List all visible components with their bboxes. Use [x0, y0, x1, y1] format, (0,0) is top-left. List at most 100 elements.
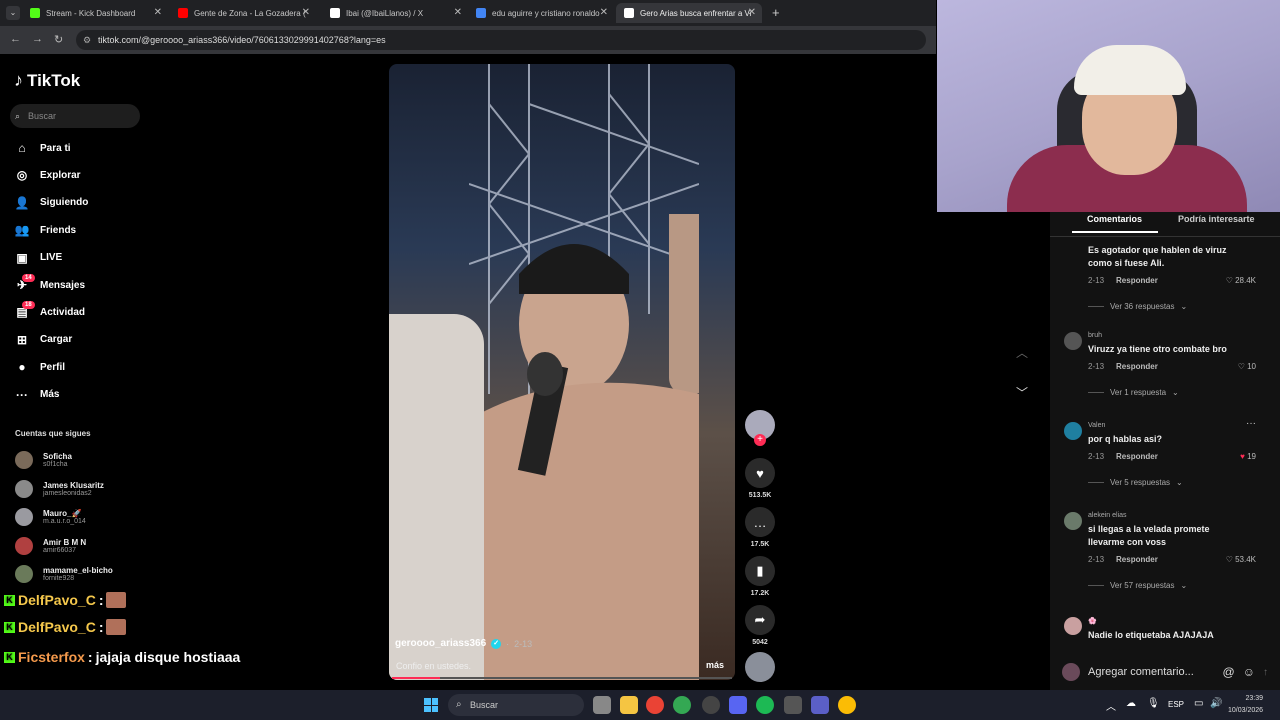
system-clock[interactable]: 23:39 10/03/2026 [1228, 693, 1263, 717]
comment-author[interactable]: 🌸 [1088, 617, 1256, 625]
sidebar-item-cargar[interactable]: ⊞ Cargar [14, 330, 72, 350]
site-info-icon[interactable]: ⚙ [83, 30, 91, 50]
account-name: mamame_el-bicho [43, 566, 113, 575]
sidebar-item-actividad[interactable]: ▤ 18 Actividad [14, 301, 85, 322]
view-replies-button[interactable]: Ver 36 respuestas ⌄ [1088, 302, 1256, 311]
browser-tab[interactable]: edu aguirre y cristiano ronaldo ✕ [468, 3, 614, 23]
heart-icon: ♥ [745, 458, 775, 488]
sidebar-item-mensajes[interactable]: ✈ 14 Mensajes [14, 274, 85, 295]
reply-button[interactable]: Responder [1116, 555, 1158, 564]
url-input[interactable]: ⚙ tiktok.com/@geroooo_ariass366/video/76… [76, 30, 926, 50]
view-replies-button[interactable]: Ver 57 respuestas ⌄ [1088, 581, 1256, 590]
obs-icon[interactable] [702, 696, 720, 714]
following-account[interactable]: James Klusaritz jamesleonidas2 [15, 478, 104, 500]
send-icon[interactable]: ↑ [1263, 667, 1268, 678]
tiktok-logo[interactable]: ♪ TikTok [14, 70, 80, 91]
comment-author[interactable]: Valen [1088, 422, 1256, 429]
language-indicator[interactable]: ESP [1168, 700, 1184, 709]
comment-author[interactable]: bruh [1088, 332, 1256, 339]
tab-list-button[interactable]: ⌄ [6, 6, 20, 20]
teams-icon[interactable] [811, 696, 829, 714]
sidebar-item-perfil[interactable]: ● Perfil [14, 357, 65, 377]
task-view-icon[interactable] [593, 696, 611, 714]
reload-icon[interactable]: ↻ [54, 33, 63, 46]
emoji-icon[interactable]: ☺ [1243, 665, 1255, 679]
browser-tab[interactable]: Gero Arias busca enfrentar a Vi ✕ [616, 3, 762, 23]
file-explorer-icon[interactable] [620, 696, 638, 714]
comment-button[interactable]: … 17.5K [744, 507, 776, 548]
comment-more-icon[interactable]: ··· [1246, 418, 1256, 429]
tab-close-icon[interactable]: ✕ [302, 7, 310, 18]
volume-icon[interactable]: 🔊 [1210, 698, 1222, 709]
sidebar-item-friends[interactable]: 👥 Friends [14, 220, 77, 240]
music-disc-button[interactable] [744, 652, 776, 682]
like-button[interactable]: ♥ 513.5K [744, 458, 776, 499]
discord-icon[interactable] [729, 696, 747, 714]
comment-item: Es agotador que hablen de viruz como si … [1088, 244, 1256, 311]
edge-icon[interactable] [673, 696, 691, 714]
follow-plus-icon[interactable]: + [754, 434, 766, 446]
chrome-active-icon[interactable] [838, 696, 856, 714]
tray-chevron-icon[interactable]: ︿ [1106, 698, 1116, 713]
comment-like-button[interactable]: ♡ 28.4K [1226, 276, 1256, 285]
view-replies-button[interactable]: Ver 5 respuestas ⌄ [1088, 478, 1256, 487]
sidebar-item-para-ti[interactable]: ⌂ Para ti [14, 138, 70, 158]
sidebar-item-más[interactable]: ··· Más [14, 385, 59, 405]
comment-like-button[interactable]: ♡ 53.4K [1226, 555, 1256, 564]
tab-close-icon[interactable]: ✕ [454, 7, 462, 18]
comment-date: 2-13 [1088, 362, 1105, 371]
reply-button[interactable]: Responder [1116, 276, 1158, 285]
video-progress-bar[interactable] [392, 677, 732, 679]
network-icon[interactable]: ▭ [1194, 698, 1203, 709]
sidebar-item-live[interactable]: ▣ LIVE [14, 248, 62, 268]
browser-tab[interactable]: Gente de Zona - La Gozadera (✕ [170, 3, 316, 23]
author-avatar-button[interactable]: + [744, 410, 776, 446]
back-icon[interactable]: ← [10, 33, 21, 45]
share-button[interactable]: ➦ 5042 [744, 605, 776, 646]
cloud-icon[interactable]: ☁ [1126, 698, 1136, 709]
browser-tab[interactable]: Stream - Kick Dashboard ✕ [22, 3, 168, 23]
account-name: Soficha [43, 452, 72, 461]
previous-video-icon[interactable]: ︿ [1016, 344, 1028, 361]
browser-tab[interactable]: Ibai (@IbaiLlanos) / X ✕ [322, 3, 468, 23]
mic-icon[interactable]: 🎙 [1147, 698, 1160, 709]
comment-like-button[interactable]: ♡ 10 [1238, 362, 1256, 371]
following-account[interactable]: Amir B M Namir66037 [15, 535, 86, 557]
app-icon[interactable] [784, 696, 802, 714]
save-button[interactable]: ▮ 17.2K [744, 556, 776, 597]
comment-avatar[interactable] [1064, 512, 1082, 530]
comment-text: Es agotador que hablen de viruz como si … [1088, 245, 1227, 268]
windows-start-icon[interactable] [424, 698, 438, 712]
tab-close-icon[interactable]: ✕ [748, 7, 756, 18]
following-account[interactable]: mamame_el-bicho fornite928 [15, 563, 113, 585]
taskbar-search[interactable]: ⌕ Buscar [448, 694, 584, 716]
next-video-icon[interactable]: ﹀ [1016, 384, 1028, 401]
comment-avatar[interactable] [1064, 617, 1082, 635]
caption-more-button[interactable]: más [706, 660, 724, 670]
video-author[interactable]: geroooo_ariass366 ✓ · 2-13 [395, 638, 532, 649]
tab-close-icon[interactable]: ✕ [600, 7, 608, 18]
new-tab-button[interactable]: + [772, 5, 780, 20]
tab-might-like[interactable]: Podría interesarte [1178, 214, 1255, 224]
comment-like-button[interactable]: ♥ 19 [1240, 452, 1256, 461]
search-input[interactable]: ⌕ Buscar [10, 104, 140, 128]
video-player[interactable] [389, 64, 735, 680]
reply-button[interactable]: Responder [1116, 362, 1158, 371]
sidebar-item-siguiendo[interactable]: 👤 Siguiendo [14, 193, 89, 213]
comment-avatar[interactable] [1064, 332, 1082, 350]
following-account[interactable]: Soficha s0f1cha [15, 449, 72, 471]
view-replies-button[interactable]: Ver 1 respuesta ⌄ [1088, 388, 1256, 397]
mention-icon[interactable]: @ [1223, 665, 1235, 679]
tab-comments[interactable]: Comentarios [1087, 214, 1142, 224]
add-comment-input[interactable]: Agregar comentario... @ ☺ ↑ [1062, 660, 1268, 684]
comment-author[interactable]: alekein elias [1088, 512, 1256, 519]
spotify-icon[interactable] [756, 696, 774, 714]
tab-close-icon[interactable]: ✕ [154, 7, 162, 18]
chrome-icon[interactable] [646, 696, 664, 714]
sidebar-item-explorar[interactable]: ◎ Explorar [14, 165, 81, 185]
following-account[interactable]: Mauro_🚀 m.a.u.r.o_014 [15, 506, 86, 528]
reply-button[interactable]: Responder [1116, 452, 1158, 461]
forward-icon[interactable]: → [32, 33, 43, 45]
friends-icon: 👥 [14, 223, 30, 238]
comment-avatar[interactable] [1064, 422, 1082, 440]
